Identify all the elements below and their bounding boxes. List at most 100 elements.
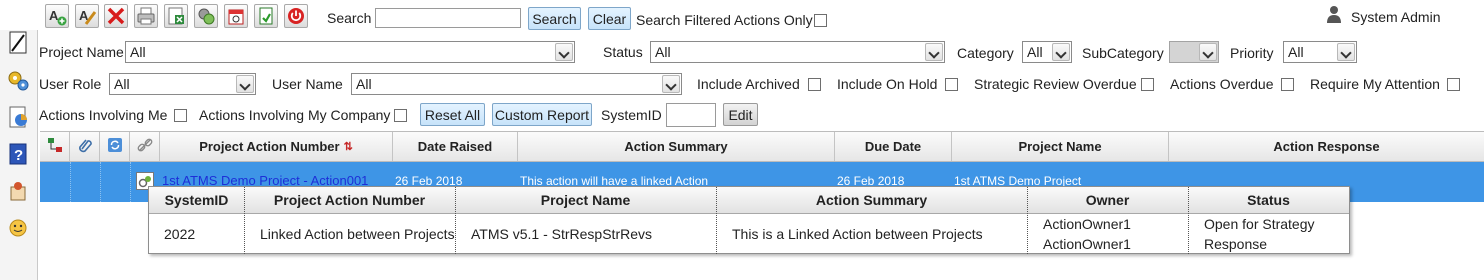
user-name-select[interactable]: All	[351, 73, 682, 95]
attachment-icon[interactable]	[77, 137, 93, 156]
include-on-hold-checkbox[interactable]	[945, 78, 958, 91]
grid-header-cell	[130, 132, 160, 161]
calendar-icon[interactable]	[224, 4, 248, 28]
actions-overdue-label: Actions Overdue	[1170, 76, 1274, 92]
user-role-select[interactable]: All	[109, 73, 256, 95]
actions-involving-company-label: Actions Involving My Company	[199, 107, 391, 123]
popup-status-cell: Open for Strategy Response	[1189, 214, 1349, 254]
sort-icon[interactable]: ⇅	[344, 140, 353, 153]
popup-status-line1: Open for Strategy	[1204, 216, 1315, 232]
popup-header-action-number: Project Action Number	[244, 187, 455, 214]
popup-header-action-summary: Action Summary	[716, 187, 1027, 214]
systemid-input[interactable]	[666, 103, 716, 127]
refresh-icon[interactable]	[107, 137, 123, 156]
actions-involving-me-checkbox[interactable]	[174, 109, 187, 122]
project-name-select[interactable]: All	[125, 41, 575, 63]
grid-header-cell	[100, 132, 130, 161]
cell-divider	[130, 162, 131, 202]
strategic-review-overdue-checkbox[interactable]	[1141, 78, 1154, 91]
require-my-attention-label: Require My Attention	[1310, 76, 1440, 92]
print-icon[interactable]	[134, 4, 158, 28]
popup-systemid-cell: 2022	[164, 226, 196, 242]
link-icon[interactable]	[137, 137, 153, 156]
search-button[interactable]: Search	[528, 7, 581, 30]
chevron-down-icon	[236, 75, 254, 93]
include-archived-label: Include Archived	[697, 76, 800, 92]
chevron-down-icon	[1337, 43, 1355, 61]
systemid-label: SystemID	[601, 107, 662, 123]
filtered-only-checkbox[interactable]	[814, 14, 827, 27]
strategic-review-overdue-label: Strategic Review Overdue	[974, 76, 1137, 92]
priority-select[interactable]: All	[1283, 41, 1357, 63]
hierarchy-icon[interactable]	[47, 137, 63, 156]
custom-report-button[interactable]: Custom Report	[492, 103, 592, 126]
tasks-icon[interactable]	[5, 178, 31, 204]
report-chart-icon[interactable]	[5, 104, 31, 130]
clear-button[interactable]: Clear	[588, 7, 631, 30]
popup-owner-line1: ActionOwner1	[1043, 216, 1131, 232]
popup-header-systemid: SystemID	[149, 187, 244, 214]
save-icon[interactable]	[254, 4, 278, 28]
grid-header: Project Action Number ⇅ Date Raised Acti…	[40, 131, 1484, 162]
export-excel-icon[interactable]	[164, 4, 188, 28]
edit-action-icon[interactable]: A	[75, 4, 99, 28]
chevron-down-icon	[1052, 43, 1070, 61]
category-select[interactable]: All	[1022, 41, 1072, 63]
actions-involving-company-checkbox[interactable]	[394, 109, 407, 122]
cell-divider	[100, 162, 101, 202]
grid-header-cell	[40, 132, 70, 161]
reset-all-button[interactable]: Reset All	[420, 103, 485, 126]
actions-overdue-checkbox[interactable]	[1281, 78, 1294, 91]
require-my-attention-checkbox[interactable]	[1447, 78, 1460, 91]
smiley-icon[interactable]	[5, 215, 31, 241]
help-icon[interactable]: ?	[5, 141, 31, 167]
user-name-label: User Name	[272, 76, 343, 92]
chevron-down-icon	[662, 75, 680, 93]
subcategory-select[interactable]	[1169, 41, 1219, 63]
status-select[interactable]: All	[650, 41, 945, 63]
grid-header-action-response[interactable]: Action Response	[1169, 132, 1484, 161]
link-actions-icon[interactable]	[194, 4, 218, 28]
svg-text:?: ?	[14, 147, 23, 164]
popup-status-line2: Response	[1204, 236, 1268, 252]
edit-button[interactable]: Edit	[723, 103, 758, 126]
grid-header-action-number[interactable]: Project Action Number ⇅	[160, 132, 393, 161]
svg-text:A: A	[49, 8, 59, 23]
popup-header-status: Status	[1188, 187, 1349, 214]
grid-header-project-name[interactable]: Project Name	[952, 132, 1169, 161]
popup-header-owner: Owner	[1027, 187, 1188, 214]
grid-header-due-date[interactable]: Due Date	[835, 132, 952, 161]
grid-header-action-summary[interactable]: Action Summary	[518, 132, 835, 161]
status-label: Status	[603, 44, 643, 60]
chevron-down-icon	[555, 43, 573, 61]
cell-divider	[70, 162, 71, 202]
delete-action-icon[interactable]	[104, 4, 128, 28]
popup-owner-cell: ActionOwner1 ActionOwner1	[1028, 214, 1188, 254]
grid-header-cell	[70, 132, 100, 161]
search-input[interactable]	[375, 8, 521, 28]
filtered-only-label: Search Filtered Actions Only	[636, 12, 813, 28]
add-action-icon[interactable]: A	[45, 4, 69, 28]
priority-label: Priority	[1230, 45, 1274, 61]
popup-owner-line2: ActionOwner1	[1043, 236, 1131, 252]
include-archived-checkbox[interactable]	[808, 78, 821, 91]
category-label: Category	[957, 45, 1014, 61]
include-on-hold-label: Include On Hold	[837, 76, 938, 92]
chevron-down-icon	[1199, 43, 1217, 61]
linked-action-popup: SystemID Project Action Number Project N…	[148, 186, 1350, 254]
search-label: Search	[327, 10, 372, 26]
user-name: System Admin	[1351, 9, 1441, 25]
left-toolbar: ?	[0, 30, 38, 280]
power-icon[interactable]	[284, 4, 308, 28]
actions-involving-me-label: Actions Involving Me	[39, 107, 168, 123]
chevron-down-icon	[925, 43, 943, 61]
subcategory-label: SubCategory	[1082, 45, 1164, 61]
grid-header-date-raised[interactable]: Date Raised	[393, 132, 518, 161]
settings-icon[interactable]	[5, 67, 31, 93]
popup-action-number-cell: Linked Action between Projects	[260, 226, 455, 242]
notepad-icon[interactable]	[5, 30, 31, 56]
user-role-label: User Role	[39, 76, 102, 92]
popup-project-name-cell: ATMS v5.1 - StrRespStrRevs	[471, 226, 653, 242]
popup-header-project-name: Project Name	[455, 187, 716, 214]
user-icon	[1325, 5, 1343, 26]
